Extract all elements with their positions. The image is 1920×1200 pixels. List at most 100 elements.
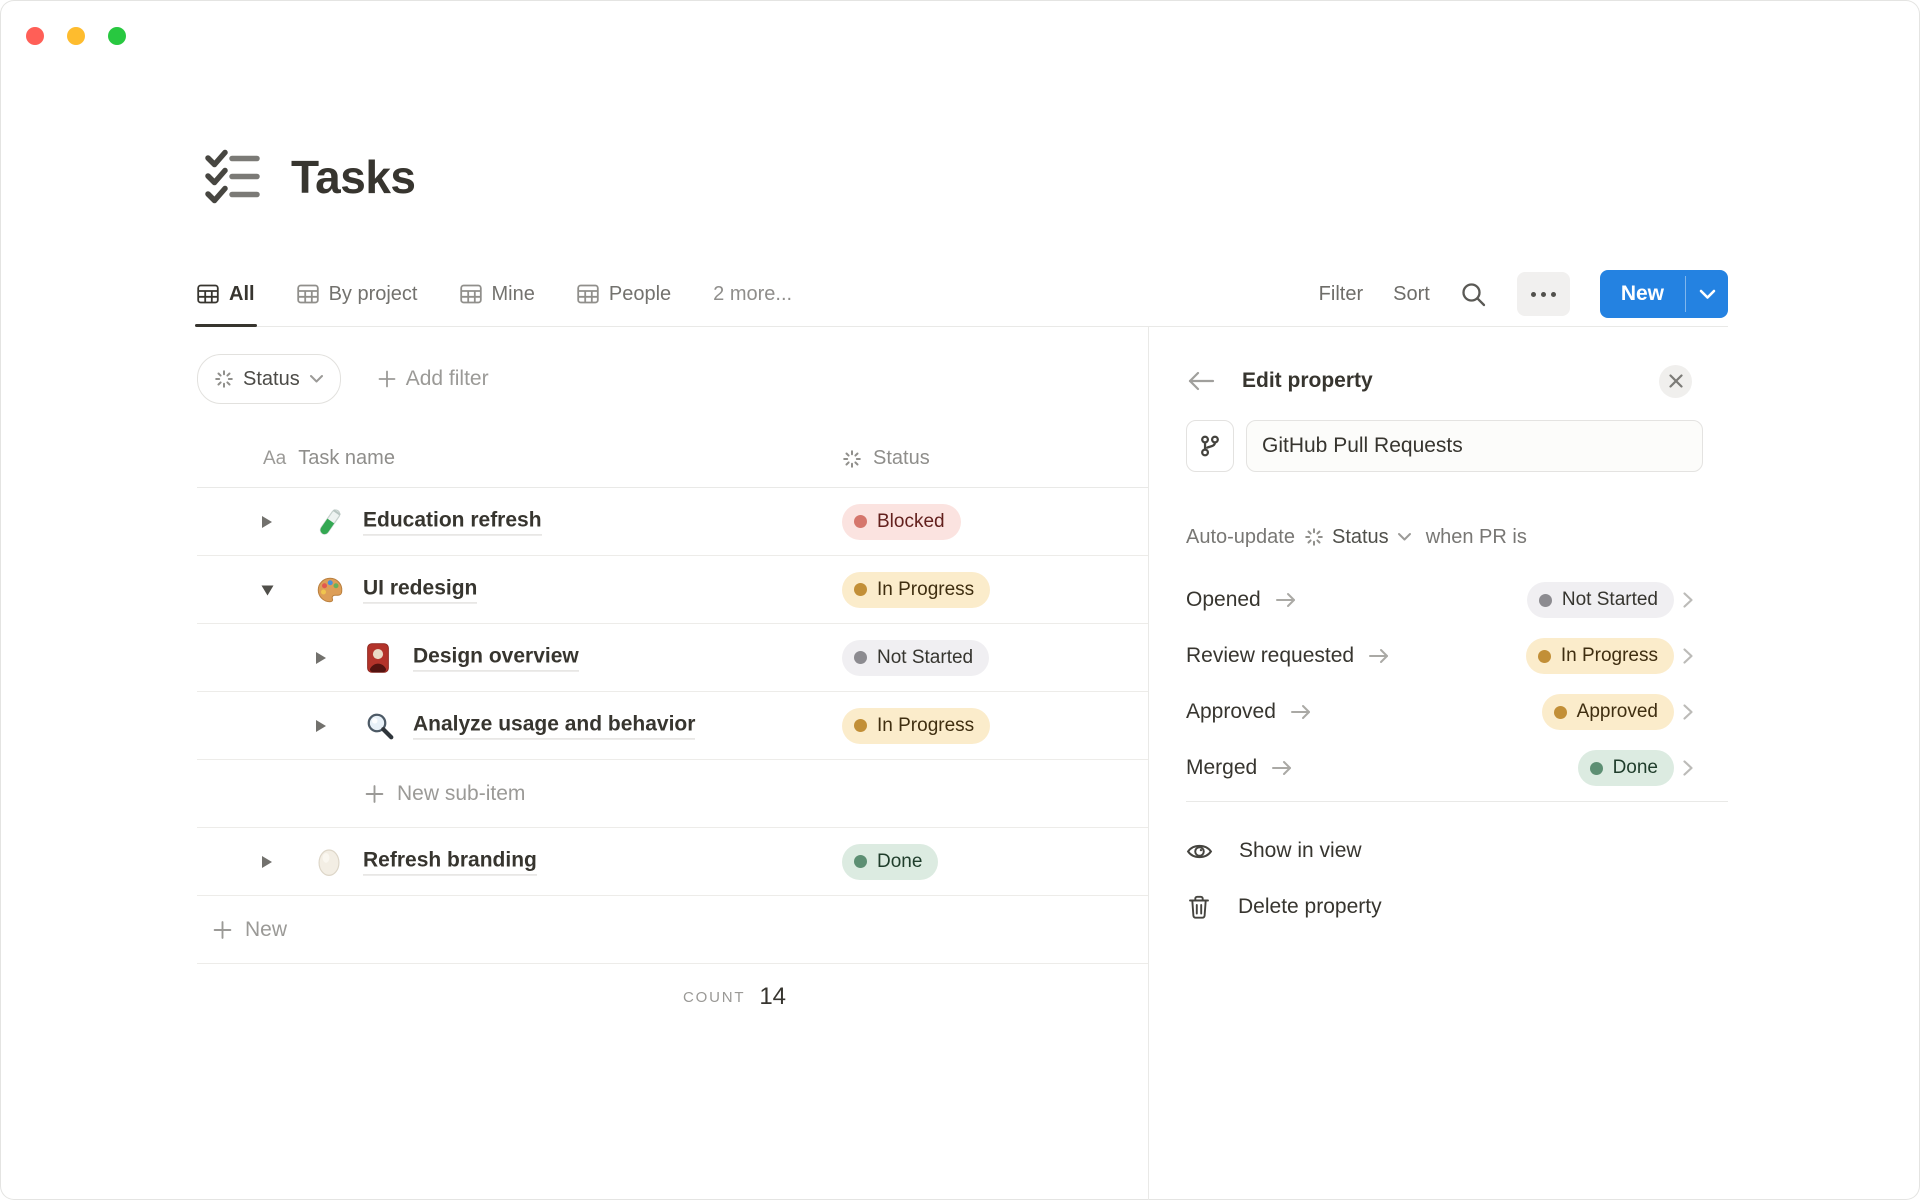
- status-label: Blocked: [877, 510, 945, 532]
- filter-button[interactable]: Filter: [1319, 283, 1363, 306]
- auto-update-prefix: Auto-update: [1186, 525, 1295, 548]
- new-row[interactable]: New: [197, 896, 1148, 964]
- pr-status-mappings: Opened Not Started Review requested In P…: [1186, 572, 1728, 796]
- tab-all[interactable]: All: [195, 262, 257, 327]
- chevron-right-icon: [1682, 759, 1694, 777]
- tab-mine[interactable]: Mine: [459, 262, 535, 326]
- table-row[interactable]: UI redesign In Progress: [197, 556, 1148, 624]
- status-filter-chip[interactable]: Status: [197, 354, 341, 404]
- auto-update-property-selector[interactable]: Status: [1304, 526, 1412, 549]
- add-filter-label: Add filter: [405, 367, 489, 390]
- view-toolbar: All By project Mine People 2 more... Fil…: [195, 262, 1728, 327]
- delete-property-label: Delete property: [1238, 895, 1382, 918]
- zoom-window-button[interactable]: [108, 27, 126, 45]
- table-view-icon: [197, 284, 219, 304]
- status-label: In Progress: [877, 714, 975, 736]
- new-button[interactable]: New: [1600, 270, 1685, 318]
- task-name-link[interactable]: Refresh branding: [363, 848, 537, 876]
- status-badge[interactable]: In Progress: [842, 707, 991, 744]
- table-view-icon: [577, 284, 599, 304]
- chevron-right-icon: [1682, 647, 1694, 665]
- chevron-down-icon: [1699, 289, 1715, 299]
- tab-label: All: [229, 282, 255, 305]
- status-badge[interactable]: In Progress: [842, 571, 991, 608]
- table-row[interactable]: Design overview Not Started: [197, 624, 1148, 692]
- sort-button[interactable]: Sort: [1393, 283, 1430, 306]
- show-in-view-button[interactable]: Show in view: [1186, 823, 1728, 879]
- mapping-row-review-requested[interactable]: Review requested In Progress: [1186, 628, 1728, 684]
- status-label: Done: [1612, 757, 1658, 778]
- property-name-row: [1186, 420, 1703, 472]
- tasks-table: Aa Task name Status Education refresh Bl…: [197, 430, 1148, 1030]
- task-name-link[interactable]: Education refresh: [363, 508, 542, 536]
- status-label: In Progress: [1560, 645, 1658, 666]
- tab-label: By project: [328, 282, 418, 305]
- status-filter-label: Status: [243, 367, 300, 390]
- table-row[interactable]: Education refresh Blocked: [197, 488, 1148, 556]
- status-badge[interactable]: Not Started: [842, 639, 990, 676]
- count-value: 14: [759, 983, 787, 1010]
- status-badge[interactable]: Done: [1577, 750, 1674, 786]
- mapping-row-merged[interactable]: Merged Done: [1186, 740, 1728, 796]
- back-icon[interactable]: [1186, 369, 1216, 393]
- checklist-icon: [203, 148, 261, 206]
- minimize-window-button[interactable]: [67, 27, 85, 45]
- add-filter-button[interactable]: Add filter: [377, 367, 489, 391]
- panel-divider: [1148, 326, 1149, 1200]
- status-dot: [1589, 761, 1603, 775]
- search-icon[interactable]: [1460, 281, 1487, 308]
- status-burst-icon: [843, 449, 861, 468]
- text-type-icon: Aa: [263, 447, 287, 469]
- panel-title: Edit property: [1242, 369, 1373, 392]
- portrait-icon: [365, 642, 391, 673]
- table-row[interactable]: Analyze usage and behavior In Progress: [197, 692, 1148, 760]
- git-branch-icon[interactable]: [1186, 420, 1234, 472]
- close-window-button[interactable]: [26, 27, 44, 45]
- status-dot: [854, 515, 867, 528]
- column-task-name[interactable]: Aa Task name: [263, 447, 395, 470]
- column-status[interactable]: Status: [842, 447, 930, 470]
- task-name-link[interactable]: Analyze usage and behavior: [413, 712, 696, 740]
- close-icon[interactable]: [1659, 364, 1692, 398]
- status-badge[interactable]: In Progress: [1525, 638, 1674, 674]
- filter-bar: Status Add filter: [197, 352, 489, 406]
- new-sub-item-row[interactable]: New sub-item: [197, 760, 1148, 828]
- tab-by-project[interactable]: By project: [296, 262, 418, 326]
- status-dot: [1538, 593, 1552, 607]
- collapse-toggle-icon[interactable]: [259, 582, 276, 597]
- mapping-row-approved[interactable]: Approved Approved: [1186, 684, 1728, 740]
- status-label: Approved: [1576, 701, 1658, 722]
- task-name-link[interactable]: Design overview: [413, 644, 579, 672]
- expand-toggle-icon[interactable]: [259, 513, 274, 530]
- table-row[interactable]: Refresh branding Done: [197, 828, 1148, 896]
- arrow-right-icon: [1368, 647, 1390, 665]
- status-badge[interactable]: Approved: [1541, 694, 1674, 730]
- property-name-input[interactable]: [1246, 420, 1703, 472]
- chevron-down-icon: [309, 375, 323, 383]
- new-dropdown-button[interactable]: [1686, 270, 1728, 318]
- expand-toggle-icon[interactable]: [313, 717, 328, 734]
- egg-icon: [315, 847, 343, 877]
- status-badge[interactable]: Not Started: [1526, 582, 1674, 618]
- app-window: Tasks All By project Mine People 2 more.…: [0, 0, 1920, 1200]
- status-badge[interactable]: Blocked: [842, 503, 961, 540]
- edit-property-panel-header: Edit property: [1186, 356, 1728, 406]
- expand-toggle-icon[interactable]: [259, 853, 274, 870]
- task-name-link[interactable]: UI redesign: [363, 576, 478, 604]
- delete-property-button[interactable]: Delete property: [1186, 879, 1728, 935]
- count-row[interactable]: COUNT 14: [197, 964, 1148, 1030]
- trash-icon: [1186, 894, 1212, 921]
- status-dot: [854, 583, 867, 596]
- tab-people[interactable]: People: [577, 262, 671, 326]
- tab-label: Mine: [491, 282, 535, 305]
- more-views-button[interactable]: 2 more...: [713, 283, 792, 306]
- table-header: Aa Task name Status: [197, 430, 1148, 488]
- mapping-row-opened[interactable]: Opened Not Started: [1186, 572, 1728, 628]
- window-controls: [26, 27, 126, 45]
- expand-toggle-icon[interactable]: [313, 649, 328, 666]
- status-badge[interactable]: Done: [842, 843, 939, 880]
- plus-icon: [378, 370, 396, 388]
- status-dot: [854, 719, 867, 732]
- more-options-button[interactable]: [1516, 272, 1570, 316]
- page-title-text: Tasks: [291, 151, 416, 203]
